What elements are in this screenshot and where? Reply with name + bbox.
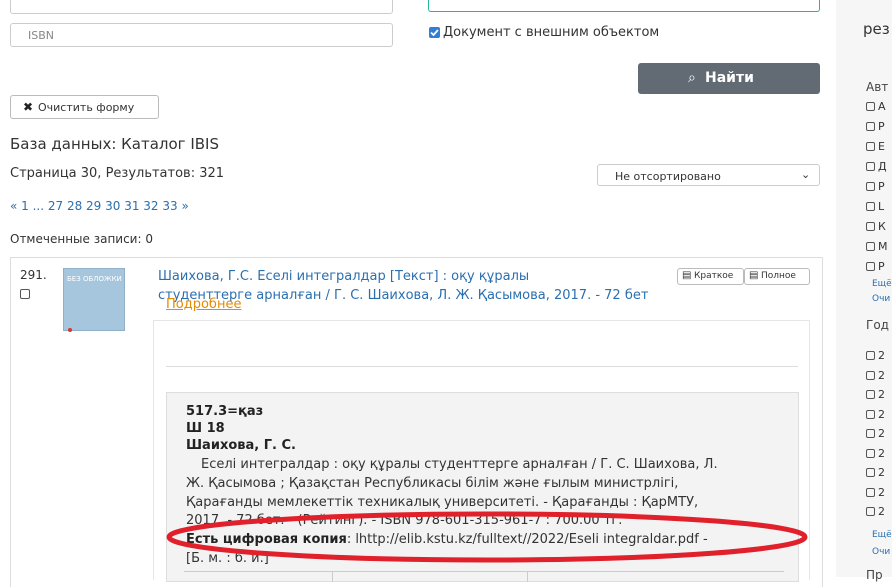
pagination[interactable]: « 1 ... 27 28 29 30 31 32 33 »	[10, 199, 189, 213]
full-view-button[interactable]: ▤ Полное	[744, 268, 810, 285]
record-title-line1[interactable]: Шаихова, Г.С. Еселі интегралдар [Текст] …	[158, 269, 529, 284]
more-details-link[interactable]: Подробнее	[166, 297, 241, 312]
year-filter-item[interactable]: 2	[866, 405, 885, 425]
cover-text: БЕЗ ОБЛОЖКИ	[67, 275, 122, 283]
close-icon: ✖	[23, 100, 34, 114]
short-view-button[interactable]: ▤ Краткое	[677, 268, 744, 285]
author-filter-item[interactable]: К	[866, 216, 888, 236]
author-filter-item[interactable]: М	[866, 236, 888, 256]
author-filter-item[interactable]: Р	[866, 176, 888, 196]
author-name: Шаихова, Г. С.	[186, 438, 296, 453]
author-filter-list: А Р Е Д Р L К М Р	[866, 96, 888, 276]
database-label: База данных: Каталог IBIS	[10, 135, 219, 153]
search-button[interactable]: ⌕ Найти	[638, 63, 820, 94]
author-filter-item[interactable]: Р	[866, 116, 888, 136]
highlight-ellipse	[166, 511, 808, 563]
clear-form-button[interactable]: ✖ Очистить форму	[10, 95, 159, 119]
full-view-label: Полное	[761, 271, 796, 281]
authors-clear-link[interactable]: Очи	[872, 294, 890, 304]
year-filter-item[interactable]: 2	[866, 483, 885, 503]
year-filter-item[interactable]: 2	[866, 502, 885, 522]
print-icon: ▤	[749, 270, 759, 281]
author-filter-item[interactable]: А	[866, 96, 888, 116]
page-info: Страница 30, Результатов: 321	[10, 166, 225, 181]
top-input-field[interactable]	[10, 0, 393, 14]
clear-form-label: Очистить форму	[38, 101, 135, 114]
year-filter-item[interactable]: 2	[866, 385, 885, 405]
record-select-checkbox[interactable]	[20, 289, 30, 299]
years-more-link[interactable]: Ещё	[872, 530, 892, 540]
udc-code: 517.3=қаз	[186, 404, 264, 419]
year-filter-item[interactable]: 2	[866, 346, 885, 366]
search-icon: ⌕	[688, 70, 696, 86]
author-filter-item[interactable]: L	[866, 196, 888, 216]
chevron-down-icon: ⌄	[801, 168, 811, 181]
external-object-label: Документ с внешним объектом	[443, 25, 660, 40]
year-filter-item[interactable]: 2	[866, 463, 885, 483]
search-label: Найти	[705, 70, 754, 86]
description-line1: Еселі интегралдар : оқу құралы студентте…	[201, 457, 718, 472]
external-object-checkbox[interactable]	[429, 27, 440, 38]
cover-marker	[68, 328, 72, 332]
authors-heading: Авт	[866, 80, 889, 94]
author-filter-item[interactable]: Е	[866, 136, 888, 156]
sort-value: Не отсортировано	[615, 170, 721, 183]
sidebar-heading: рез	[863, 20, 890, 38]
isbn-input[interactable]: ISBN	[10, 23, 393, 47]
print-icon: ▤	[682, 270, 692, 281]
year-filter-item[interactable]: 2	[866, 366, 885, 386]
isbn-placeholder: ISBN	[28, 29, 55, 42]
author-code: Ш 18	[186, 421, 225, 436]
record-number: 291.	[20, 268, 47, 282]
search-query-input[interactable]	[428, 0, 820, 12]
author-filter-item[interactable]: Д	[866, 156, 888, 176]
years-heading: Год	[866, 318, 889, 332]
year-filter-item[interactable]: 2	[866, 444, 885, 464]
short-view-label: Краткое	[694, 271, 734, 281]
author-filter-item[interactable]: Р	[866, 256, 888, 276]
year-filter-list: 2 2 2 2 2 2 2 2 2	[866, 346, 885, 522]
check-icon	[430, 29, 439, 37]
description-line2: Ж. Қасымова ; Қазақстан Республикасы біл…	[186, 476, 679, 491]
details-divider	[166, 366, 798, 367]
book-cover: БЕЗ ОБЛОЖКИ	[63, 268, 125, 331]
sidebar-bottom-heading: Пр	[866, 568, 883, 582]
years-clear-link[interactable]: Очи	[872, 547, 890, 557]
sort-select[interactable]: Не отсортировано ⌄	[597, 164, 820, 186]
year-filter-item[interactable]: 2	[866, 424, 885, 444]
marked-records: Отмеченные записи: 0	[10, 232, 153, 246]
authors-more-link[interactable]: Ещё	[872, 279, 892, 289]
